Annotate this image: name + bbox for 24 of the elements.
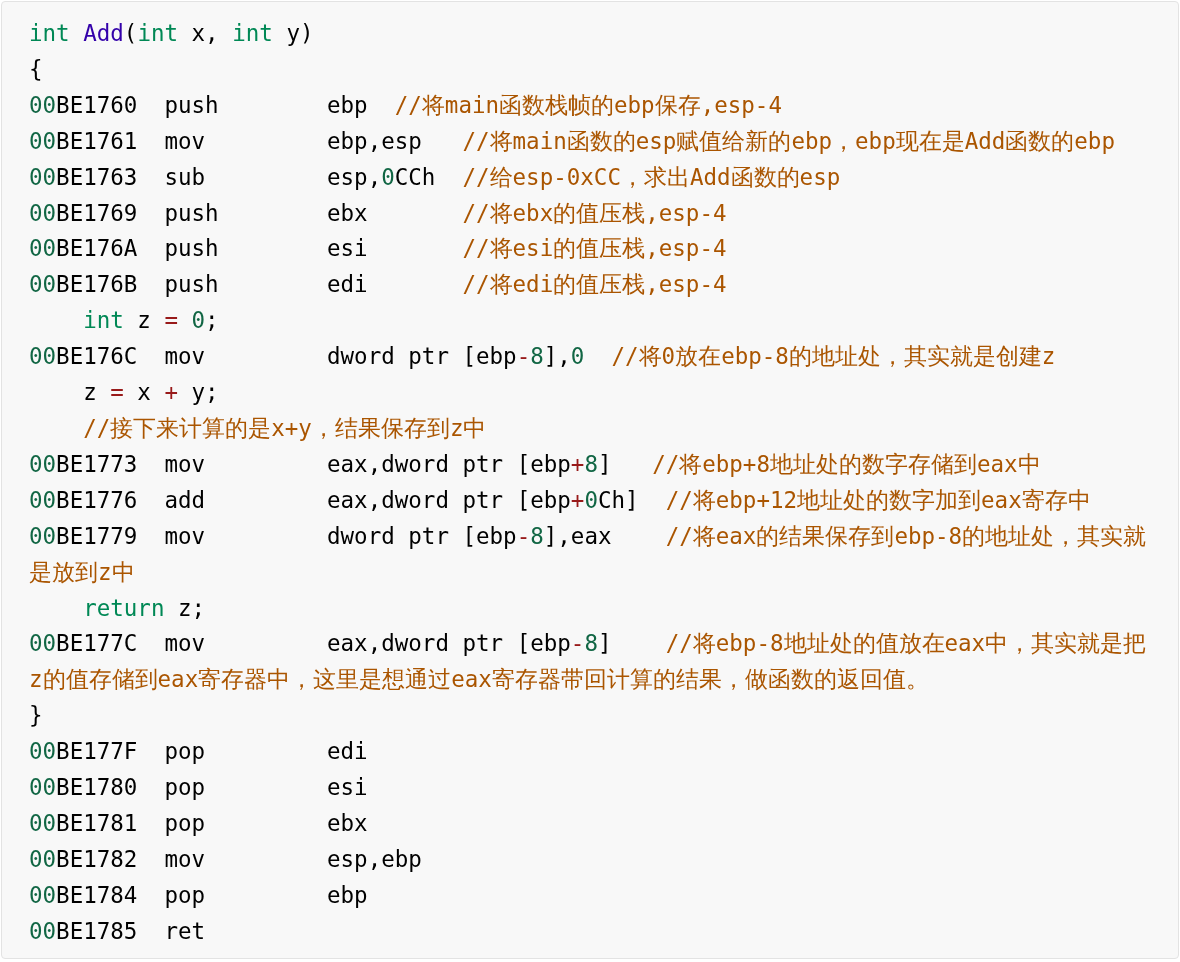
code-line: int z = 0; xyxy=(82,306,220,336)
code-line: 00BE1760 push ebp //将main函数栈帧的ebp保存,esp-4 xyxy=(29,90,783,120)
code-line: z = x + y; xyxy=(82,378,220,408)
code-line: 00BE1784 pop ebp xyxy=(29,880,369,910)
code-line: 00BE1769 push ebx //将ebx的值压栈,esp-4 xyxy=(29,198,728,228)
code-line: 00BE1780 pop esi xyxy=(29,773,369,803)
code-line: 00BE177F pop edi xyxy=(29,737,369,767)
code-line: 00BE1761 mov ebp,esp //将main函数的esp赋值给新的ebp，ebp现在是Add函数的ebp xyxy=(29,126,1116,156)
code-line: 00BE1785 ret xyxy=(29,916,207,946)
code-line: 00BE1763 sub esp,0CCh //给esp-0xCC，求出Add函数的esp xyxy=(29,162,842,192)
code-line: 00BE176A push esi //将esi的值压栈,esp-4 xyxy=(29,234,728,264)
code-line: 00BE1773 mov eax,dword ptr [ebp+8] //将ebp+8地址处的数字存储到eax中 xyxy=(29,449,1042,479)
code-line: 00BE177C mov eax,dword ptr [ebp-8] //将ebp-8地址处的值放在eax中，其实就是把z的值存储到eax寄存器中，这里是想通过eax寄存器带回计算的结果，做函数的返回值。 xyxy=(29,629,1148,695)
code-line: 00BE1776 add eax,dword ptr [ebp+0Ch] //将ebp+12地址处的数字加到eax寄存中 xyxy=(29,485,1092,515)
code-line: 00BE1782 mov esp,ebp xyxy=(29,844,423,874)
code-line: } xyxy=(29,701,44,731)
code-line: 00BE176B push edi //将edi的值压栈,esp-4 xyxy=(29,270,728,300)
code-line: return z; xyxy=(82,593,207,623)
code-line: //接下来计算的是x+y，结果保存到z中 xyxy=(82,413,488,443)
code-line: 00BE1781 pop ebx xyxy=(29,808,369,838)
code-line: 00BE1779 mov dword ptr [ebp-8],eax //将eax的结果保存到ebp-8的地址处，其实就是放到z中 xyxy=(29,521,1148,587)
code-line: int Add(int x, int y) xyxy=(29,19,315,48)
code-line: { xyxy=(29,54,44,84)
code-line: 00BE176C mov dword ptr [ebp-8],0 //将0放在ebp-8的地址处，其实就是创建z xyxy=(29,342,1057,372)
